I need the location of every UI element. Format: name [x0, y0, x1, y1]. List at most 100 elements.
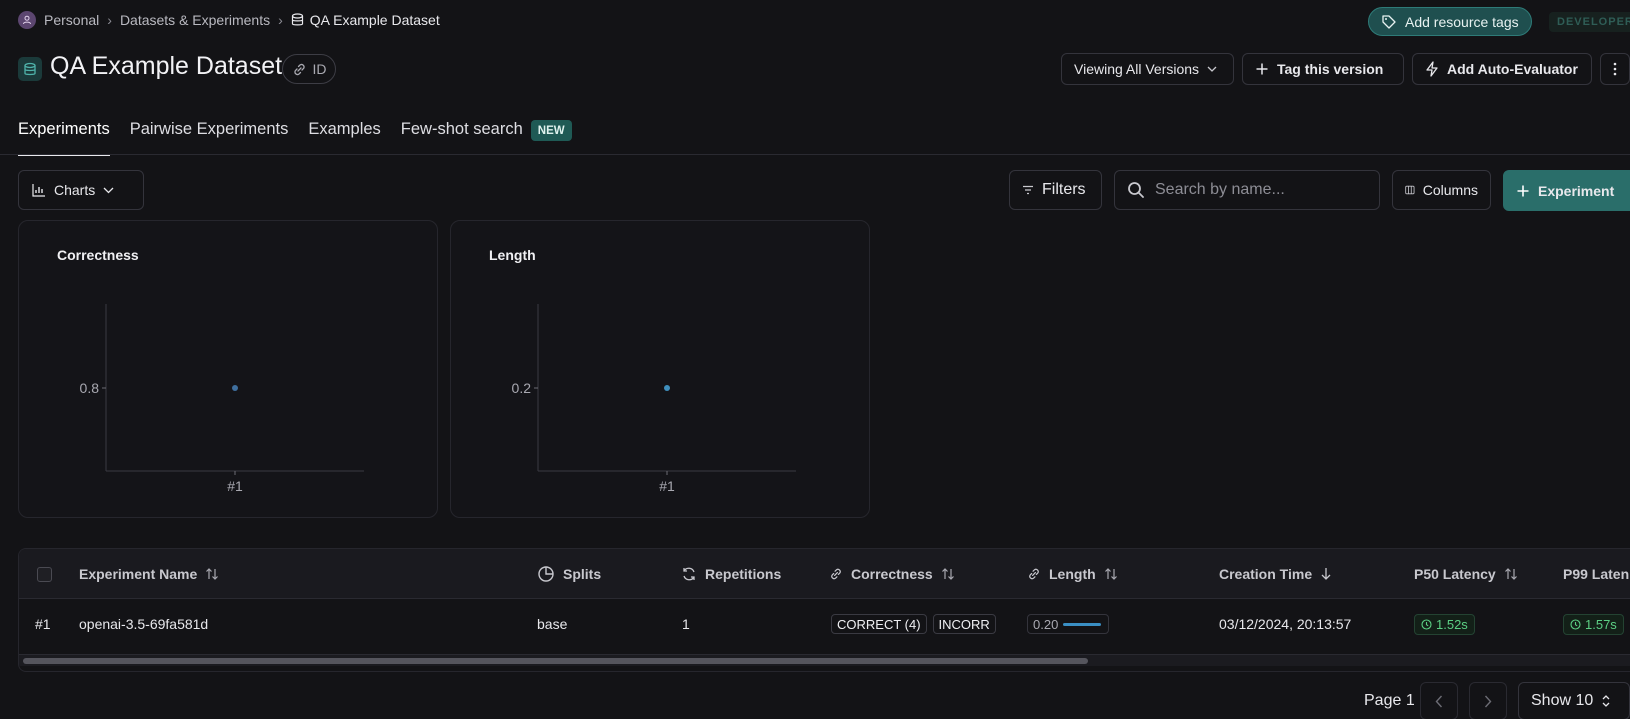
creation-time-value: 03/12/2024, 20:13:57 — [1219, 616, 1352, 632]
length-chart: 0.2 #1 — [512, 304, 796, 494]
column-label: Experiment Name — [79, 566, 198, 582]
column-creation-time[interactable]: Creation Time — [1219, 549, 1332, 599]
search-icon — [1128, 182, 1144, 198]
sort-icon[interactable] — [1104, 567, 1118, 581]
filters-button[interactable]: Filters — [1009, 170, 1102, 210]
tab-label: Few-shot search — [400, 120, 523, 138]
chevron-updown-icon — [1602, 695, 1610, 707]
sort-icon[interactable] — [1504, 567, 1518, 581]
incorrect-feedback-chip[interactable]: INCORR — [932, 614, 996, 634]
x-tick-label: #1 — [227, 478, 243, 494]
tab-pairwise-experiments[interactable]: Pairwise Experiments — [130, 108, 289, 156]
clock-icon — [1421, 618, 1432, 630]
column-p99-latency[interactable]: P99 Laten — [1563, 549, 1629, 599]
tab-few-shot-search[interactable]: Few-shot search NEW — [401, 108, 572, 156]
tag-icon — [1382, 14, 1396, 29]
scrollbar-thumb[interactable] — [23, 658, 1088, 664]
column-label: P50 Latency — [1414, 566, 1496, 582]
column-label: P99 Laten — [1563, 566, 1630, 582]
length-chip[interactable]: 0.20 — [1027, 614, 1109, 634]
link-icon — [293, 63, 305, 75]
length-chart-card: Length 0.2 #1 — [450, 220, 870, 518]
id-label: ID — [312, 61, 327, 77]
tag-version-label: Tag this version — [1277, 61, 1384, 77]
user-avatar-icon[interactable] — [18, 11, 36, 29]
length-cell: 0.20 — [1027, 599, 1109, 649]
new-experiment-button[interactable]: Experiment — [1503, 170, 1630, 211]
next-page-button[interactable] — [1469, 682, 1507, 719]
column-correctness[interactable]: Correctness — [829, 549, 955, 599]
chevron-right-icon — [1484, 695, 1492, 707]
x-tick-label: #1 — [659, 478, 675, 494]
table-row[interactable]: #1 openai-3.5-69fa581d base 1 CORRECT (4… — [19, 599, 1630, 649]
tag-version-button[interactable]: Tag this version — [1242, 53, 1404, 85]
add-auto-evaluator-label: Add Auto-Evaluator — [1447, 61, 1578, 77]
p99-latency-badge: 1.57s — [1563, 613, 1624, 635]
column-label: Splits — [563, 566, 602, 582]
column-splits[interactable]: Splits — [537, 549, 601, 599]
column-length[interactable]: Length — [1027, 549, 1118, 599]
column-label: Length — [1049, 566, 1096, 582]
tabs-divider — [0, 154, 1630, 155]
columns-button[interactable]: Columns — [1392, 170, 1491, 210]
page-size-select[interactable]: Show 10 — [1518, 682, 1630, 719]
repetitions-value: 1 — [682, 616, 690, 632]
data-point — [232, 385, 238, 391]
column-label: Creation Time — [1219, 566, 1313, 582]
correctness-cell: CORRECT (4) INCORR — [831, 599, 1002, 649]
pie-chart-icon — [538, 566, 554, 582]
copy-id-button[interactable]: ID — [282, 54, 336, 84]
new-badge: NEW — [530, 120, 572, 141]
breadcrumb-datasets[interactable]: Datasets & Experiments — [120, 12, 270, 28]
p50-cell: 1.52s — [1414, 599, 1475, 649]
chevron-down-icon — [103, 187, 114, 193]
tab-experiments[interactable]: Experiments — [18, 108, 110, 156]
column-label: Repetitions — [705, 566, 782, 582]
correct-feedback-chip[interactable]: CORRECT (4) — [831, 614, 927, 634]
row-index: #1 — [35, 616, 51, 632]
select-all-checkbox[interactable] — [37, 566, 52, 582]
lightning-icon — [1426, 61, 1438, 77]
correctness-chart: 0.8 #1 — [80, 304, 364, 494]
add-resource-tags-button[interactable]: Add resource tags — [1368, 7, 1532, 36]
versions-label: Viewing All Versions — [1074, 61, 1200, 77]
horizontal-scrollbar[interactable] — [19, 654, 1630, 666]
experiment-name[interactable]: openai-3.5-69fa581d — [79, 599, 208, 649]
database-icon — [291, 13, 303, 26]
clock-icon — [1570, 618, 1581, 630]
length-bar — [1063, 622, 1102, 626]
select-all-checkbox-cell — [37, 549, 52, 599]
tab-examples[interactable]: Examples — [308, 108, 380, 156]
add-auto-evaluator-button[interactable]: Add Auto-Evaluator — [1412, 53, 1592, 85]
more-vertical-icon — [1613, 62, 1617, 76]
page-title: QA Example Dataset — [50, 52, 283, 80]
chevron-right-icon: › — [278, 12, 283, 28]
add-resource-tags-label: Add resource tags — [1405, 13, 1519, 30]
column-label: Correctness — [851, 566, 933, 582]
versions-dropdown[interactable]: Viewing All Versions — [1061, 53, 1234, 85]
charts-toggle-button[interactable]: Charts — [18, 170, 144, 210]
prev-page-button[interactable] — [1420, 682, 1458, 719]
column-experiment-name[interactable]: Experiment Name — [79, 549, 219, 599]
filter-icon — [1023, 185, 1033, 195]
link-icon — [831, 568, 841, 580]
breadcrumb-personal[interactable]: Personal — [44, 12, 99, 28]
more-options-button[interactable] — [1600, 53, 1630, 85]
search-input[interactable] — [1155, 181, 1355, 199]
plus-icon — [1517, 185, 1529, 196]
tab-bar: Experiments Pairwise Experiments Example… — [18, 108, 572, 156]
table-header: Experiment Name Splits Repetitions Corre… — [19, 549, 1630, 599]
column-repetitions[interactable]: Repetitions — [681, 549, 781, 599]
data-point — [664, 385, 670, 391]
chart-icon — [32, 183, 45, 197]
page-indicator: Page 1 — [1364, 692, 1415, 709]
chevron-down-icon — [1207, 66, 1217, 72]
arrow-down-icon[interactable] — [1320, 567, 1332, 581]
developer-badge: DEVELOPER — [1549, 12, 1630, 32]
column-p50-latency[interactable]: P50 Latency — [1414, 549, 1518, 599]
sort-icon[interactable] — [205, 567, 219, 581]
sort-icon[interactable] — [941, 567, 955, 581]
length-value: 0.20 — [1033, 616, 1059, 632]
p50-latency-badge: 1.52s — [1414, 613, 1475, 635]
experiments-table: Experiment Name Splits Repetitions Corre… — [18, 548, 1630, 672]
